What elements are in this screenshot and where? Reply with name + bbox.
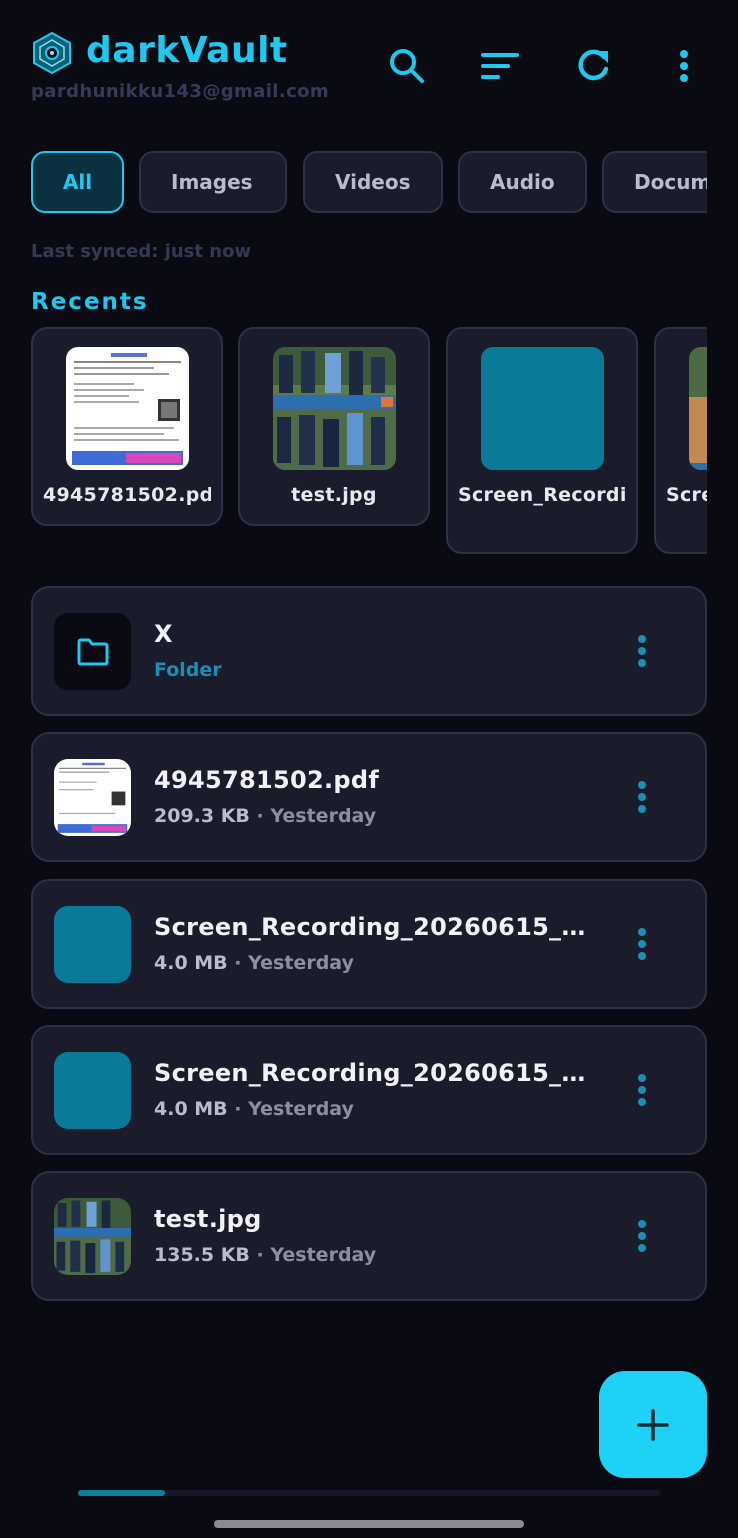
more-vert-icon[interactable] (635, 1073, 649, 1107)
recents-title: Recents (31, 289, 149, 315)
more-vert-icon[interactable] (635, 634, 649, 668)
file-row[interactable]: Screen_Recording_20260615_18… 4.0 MB · Y… (31, 1025, 707, 1155)
file-meta: 209.3 KB · Yesterday (154, 805, 377, 827)
chip-all[interactable]: All (31, 151, 124, 213)
file-name: Screen_Recording_20260615_18… (154, 1059, 594, 1087)
file-name: X (154, 620, 173, 648)
chip-documents[interactable]: Documents (602, 151, 707, 213)
chip-audio[interactable]: Audio (458, 151, 587, 213)
file-meta: 4.0 MB · Yesterday (154, 952, 354, 974)
file-meta: 4.0 MB · Yesterday (154, 1098, 354, 1120)
more-vert-icon[interactable] (664, 46, 704, 86)
file-row-folder[interactable]: X Folder (31, 586, 707, 716)
file-row[interactable]: test.jpg 135.5 KB · Yesterday (31, 1171, 707, 1301)
image-thumbnail (689, 347, 707, 470)
recent-card[interactable]: Screen_Recording_20260615… (446, 327, 638, 554)
video-thumbnail (54, 906, 131, 983)
add-button[interactable] (599, 1371, 707, 1478)
file-meta: 135.5 KB · Yesterday (154, 1244, 377, 1266)
recent-card[interactable]: 4945781502.pdf (31, 327, 223, 526)
file-name: Screen_Recording_20260615_18… (154, 913, 594, 941)
folder-icon (54, 613, 131, 690)
pdf-thumbnail (54, 759, 131, 836)
recent-card[interactable]: Screen_Recording_20260615… (654, 327, 707, 554)
sort-icon[interactable] (480, 46, 520, 86)
scrollbar-track (78, 1490, 661, 1496)
account-email: pardhunikku143@gmail.com (31, 81, 330, 102)
more-vert-icon[interactable] (635, 1219, 649, 1253)
file-row[interactable]: Screen_Recording_20260615_18… 4.0 MB · Y… (31, 879, 707, 1009)
pdf-thumbnail (66, 347, 189, 470)
home-indicator[interactable] (214, 1520, 524, 1528)
recent-card[interactable]: test.jpg (238, 327, 430, 526)
video-thumbnail (54, 1052, 131, 1129)
filter-chips: All Images Videos Audio Documents (0, 151, 707, 213)
app-title: darkVault (86, 30, 288, 71)
refresh-icon[interactable] (573, 46, 613, 86)
image-thumbnail (273, 347, 396, 470)
video-thumbnail (481, 347, 604, 470)
hex-logo-icon (33, 32, 71, 74)
app-screen: darkVault pardhunikku143@gmail.com All I… (0, 0, 738, 1538)
recent-file-name: test.jpg (291, 484, 377, 506)
file-name: 4945781502.pdf (154, 766, 380, 794)
chip-videos[interactable]: Videos (303, 151, 443, 213)
recent-file-name: Screen_Recording_20260615… (458, 484, 626, 506)
file-type-label: Folder (154, 659, 222, 681)
recents-carousel: 4945781502.pdf test.jpg Screen_Recordi S… (0, 327, 707, 557)
chip-images[interactable]: Images (139, 151, 287, 213)
image-thumbnail (54, 1198, 131, 1275)
sync-status: Last synced: just now (31, 241, 252, 262)
search-icon[interactable] (387, 46, 427, 86)
more-vert-icon[interactable] (635, 927, 649, 961)
plus-icon (637, 1408, 669, 1441)
recent-file-name: 4945781502.pdf (43, 484, 211, 506)
recent-file-name: Screen_Recording_20260615… (666, 484, 707, 506)
more-vert-icon[interactable] (635, 780, 649, 814)
scrollbar-thumb[interactable] (78, 1490, 165, 1496)
file-name: test.jpg (154, 1205, 262, 1233)
file-row[interactable]: 4945781502.pdf 209.3 KB · Yesterday (31, 732, 707, 862)
